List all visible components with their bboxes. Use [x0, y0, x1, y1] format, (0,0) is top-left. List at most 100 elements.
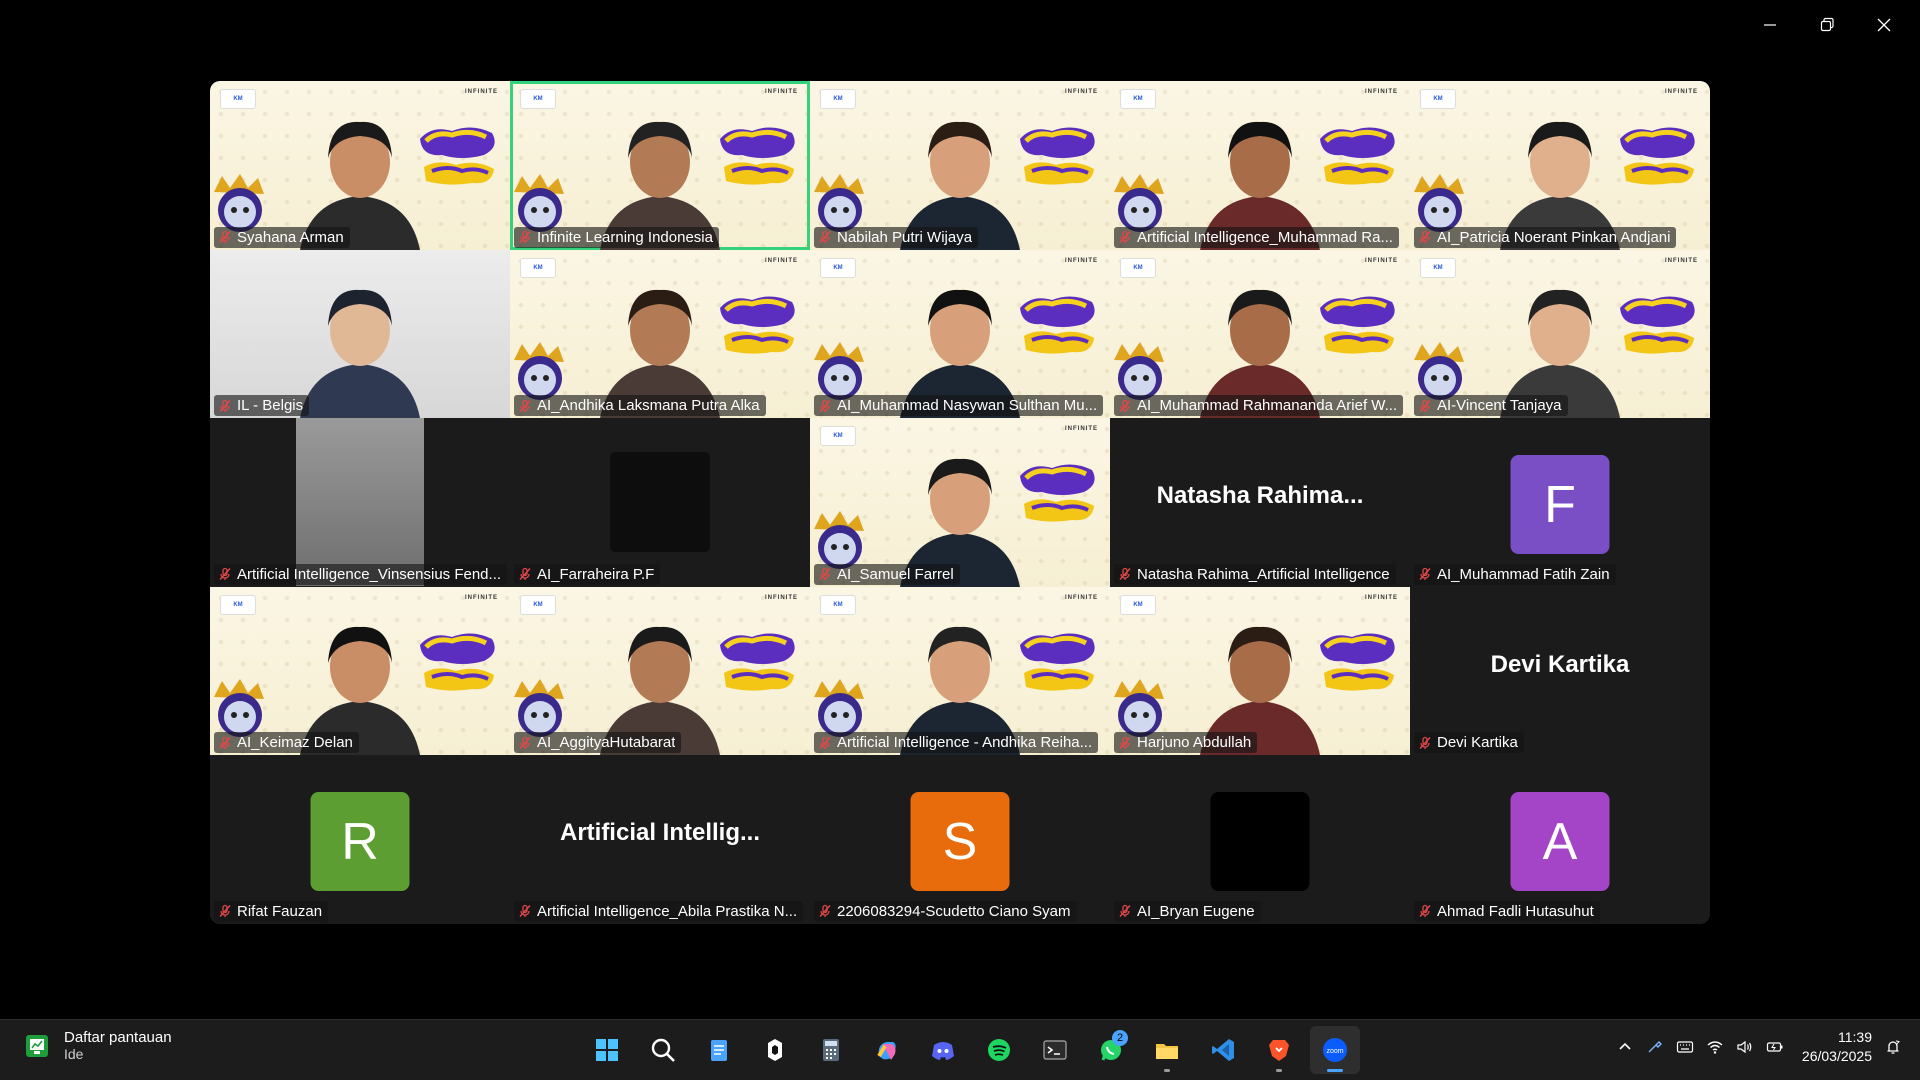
participant-tile[interactable]: Artificial Intelligence_Vinsensius Fend.…	[210, 418, 510, 587]
participant-tile[interactable]: AI_Bryan Eugene	[1110, 755, 1410, 924]
participant-tile[interactable]: KM INFINITE AI_AggityaHutabarat	[510, 586, 810, 756]
participant-tile[interactable]: AI_Farraheira P.F	[510, 418, 810, 587]
wifi-icon[interactable]	[1706, 1038, 1724, 1056]
participant-name: AI-Vincent Tanjaya	[1437, 397, 1562, 415]
stock-watchlist-icon	[26, 1034, 48, 1057]
kampus-merdeka-logo: KM	[820, 89, 856, 109]
calculator-taskbar-button[interactable]	[806, 1026, 856, 1074]
infinite-logo: INFINITE	[465, 89, 498, 95]
participant-name: Infinite Learning Indonesia	[537, 228, 713, 246]
participant-name-bar: Artificial Intelligence_Vinsensius Fend.…	[214, 563, 508, 585]
kampus-merdeka-logo: KM	[1120, 89, 1156, 109]
brave-taskbar-button[interactable]	[1254, 1026, 1304, 1074]
participant-name: Nabilah Putri Wijaya	[837, 228, 973, 246]
muted-mic-icon	[219, 230, 231, 244]
participant-name: AI_Muhammad Fatih Zain	[1437, 565, 1610, 583]
participant-name: Devi Kartika	[1437, 734, 1518, 752]
participant-tile[interactable]: KM INFINITE Nabilah Putri Wijaya	[810, 81, 1110, 250]
pen-tablet-icon[interactable]	[1646, 1038, 1664, 1056]
kampus-merdeka-logo: KM	[220, 594, 256, 615]
avatar: A	[1510, 792, 1610, 892]
participant-tile[interactable]: KM INFINITE Syahana Arman	[210, 81, 510, 250]
muted-mic-icon	[1419, 568, 1431, 581]
display-name-large: Devi Kartika	[1490, 650, 1630, 678]
participant-name: AI_AggityaHutabarat	[537, 734, 676, 752]
participant-gallery: KM INFINITE Syahana Arman KM INFINITE Infinit…	[210, 81, 1710, 924]
copilot-taskbar-button[interactable]	[862, 1026, 912, 1074]
whatsapp-taskbar-button[interactable]: 2	[1086, 1026, 1136, 1074]
infinite-logo: INFINITE	[1065, 594, 1098, 601]
kampus-merdeka-logo: KM	[820, 257, 856, 278]
infinite-logo: INFINITE	[765, 89, 798, 95]
widget-subtitle: Ide	[64, 1046, 84, 1062]
discord-icon	[932, 1042, 954, 1060]
notifications-icon[interactable]	[1884, 1038, 1902, 1056]
search-taskbar-button[interactable]	[638, 1026, 688, 1074]
widgets-button[interactable]: Daftar pantauan Ide	[24, 1029, 172, 1062]
terminal-taskbar-button[interactable]	[1030, 1026, 1080, 1074]
vpn-icon	[768, 1039, 782, 1061]
minimize-button[interactable]	[1741, 8, 1798, 42]
battery-icon[interactable]	[1766, 1038, 1784, 1056]
chevron-up-icon[interactable]	[1616, 1038, 1634, 1056]
widget-title: Daftar pantauan	[64, 1029, 172, 1046]
muted-mic-icon	[519, 568, 531, 581]
participant-tile[interactable]: KM INFINITE AI_Andhika Laksmana Putra Alka	[510, 249, 810, 419]
vscode-taskbar-button[interactable]	[1198, 1026, 1248, 1074]
zoom-taskbar-button[interactable]: zoom	[1310, 1026, 1360, 1074]
participant-tile[interactable]: Natasha Rahima... Natasha Rahima_Artifici…	[1110, 418, 1410, 587]
restore-button[interactable]	[1798, 8, 1855, 42]
participant-tile[interactable]: KM INFINITE AI_Patricia Noerant Pinkan And…	[1410, 81, 1710, 250]
muted-mic-icon	[1419, 905, 1431, 918]
close-button[interactable]	[1855, 8, 1912, 42]
clock[interactable]: 11:39 26/03/2025	[1802, 1028, 1872, 1066]
volume-icon[interactable]	[1736, 1038, 1754, 1056]
muted-mic-icon	[519, 736, 531, 749]
muted-mic-icon	[1119, 736, 1131, 749]
participant-tile[interactable]: IL - Belgis	[210, 249, 510, 419]
participant-tile[interactable]: F AI_Muhammad Fatih Zain	[1410, 418, 1710, 587]
muted-mic-icon	[1119, 905, 1131, 918]
participant-tile[interactable]: KM INFINITE AI_Muhammad Rahmananda Arief W…	[1110, 249, 1410, 419]
participant-name-bar: Artificial Intelligence_Abila Prastika N…	[514, 900, 804, 922]
participant-tile[interactable]: A Ahmad Fadli Hutasuhut	[1410, 755, 1710, 924]
muted-mic-icon	[1419, 736, 1431, 749]
mascot-icon	[1414, 173, 1464, 232]
muted-mic-icon	[819, 399, 831, 412]
zoom-icon: zoom	[1323, 1038, 1347, 1062]
muted-mic-icon	[819, 736, 831, 749]
start-taskbar-button[interactable]	[582, 1026, 632, 1074]
muted-mic-icon	[819, 230, 831, 244]
infinite-logo: INFINITE	[1065, 257, 1098, 264]
participant-tile[interactable]: S 2206083294-Scudetto Ciano Syam	[810, 755, 1110, 924]
infinite-logo: INFINITE	[1665, 257, 1698, 264]
muted-mic-icon	[819, 905, 831, 918]
participant-tile[interactable]: Artificial Intellig... Artificial Intelli…	[510, 755, 810, 924]
muted-mic-icon	[819, 568, 831, 581]
svg-text:zoom: zoom	[1326, 1048, 1343, 1055]
participant-tile[interactable]: KM INFINITE AI_Muhammad Nasywan Sulthan Mu…	[810, 249, 1110, 419]
participant-tile[interactable]: R Rifat Fauzan	[210, 755, 510, 924]
file-explorer-taskbar-button[interactable]	[1142, 1026, 1192, 1074]
mascot-icon	[814, 173, 864, 232]
participant-tile[interactable]: KM INFINITE Artificial Intelligence - Andh…	[810, 586, 1110, 756]
notepad-taskbar-button[interactable]	[694, 1026, 744, 1074]
participant-tile[interactable]: KM INFINITE AI_Keimaz Delan	[210, 586, 510, 756]
participant-name-bar: Ahmad Fadli Hutasuhut	[1414, 900, 1600, 922]
brave-icon	[1269, 1040, 1289, 1061]
participant-name: AI_Andhika Laksmana Putra Alka	[537, 397, 760, 415]
vpn-taskbar-button[interactable]	[750, 1026, 800, 1074]
muted-mic-icon	[1419, 230, 1431, 244]
participant-tile[interactable]: KM INFINITE Artificial Intelligence_Muhamm…	[1110, 81, 1410, 250]
participant-tile[interactable]: KM INFINITE AI_Samuel Farrel	[810, 418, 1110, 587]
participant-tile[interactable]: KM INFINITE Infinite Learning Indonesia	[510, 81, 810, 250]
spotify-taskbar-button[interactable]	[974, 1026, 1024, 1074]
participant-tile[interactable]: Devi Kartika Devi Kartika	[1410, 586, 1710, 756]
muted-mic-icon	[1119, 399, 1131, 412]
discord-taskbar-button[interactable]	[918, 1026, 968, 1074]
keyboard-icon[interactable]	[1676, 1038, 1694, 1056]
participant-tile[interactable]: KM INFINITE AI-Vincent Tanjaya	[1410, 249, 1710, 419]
participant-tile[interactable]: KM INFINITE Harjuno Abdullah	[1110, 586, 1410, 756]
participant-name-bar: Rifat Fauzan	[214, 900, 329, 922]
infinite-logo: INFINITE	[1365, 89, 1398, 95]
